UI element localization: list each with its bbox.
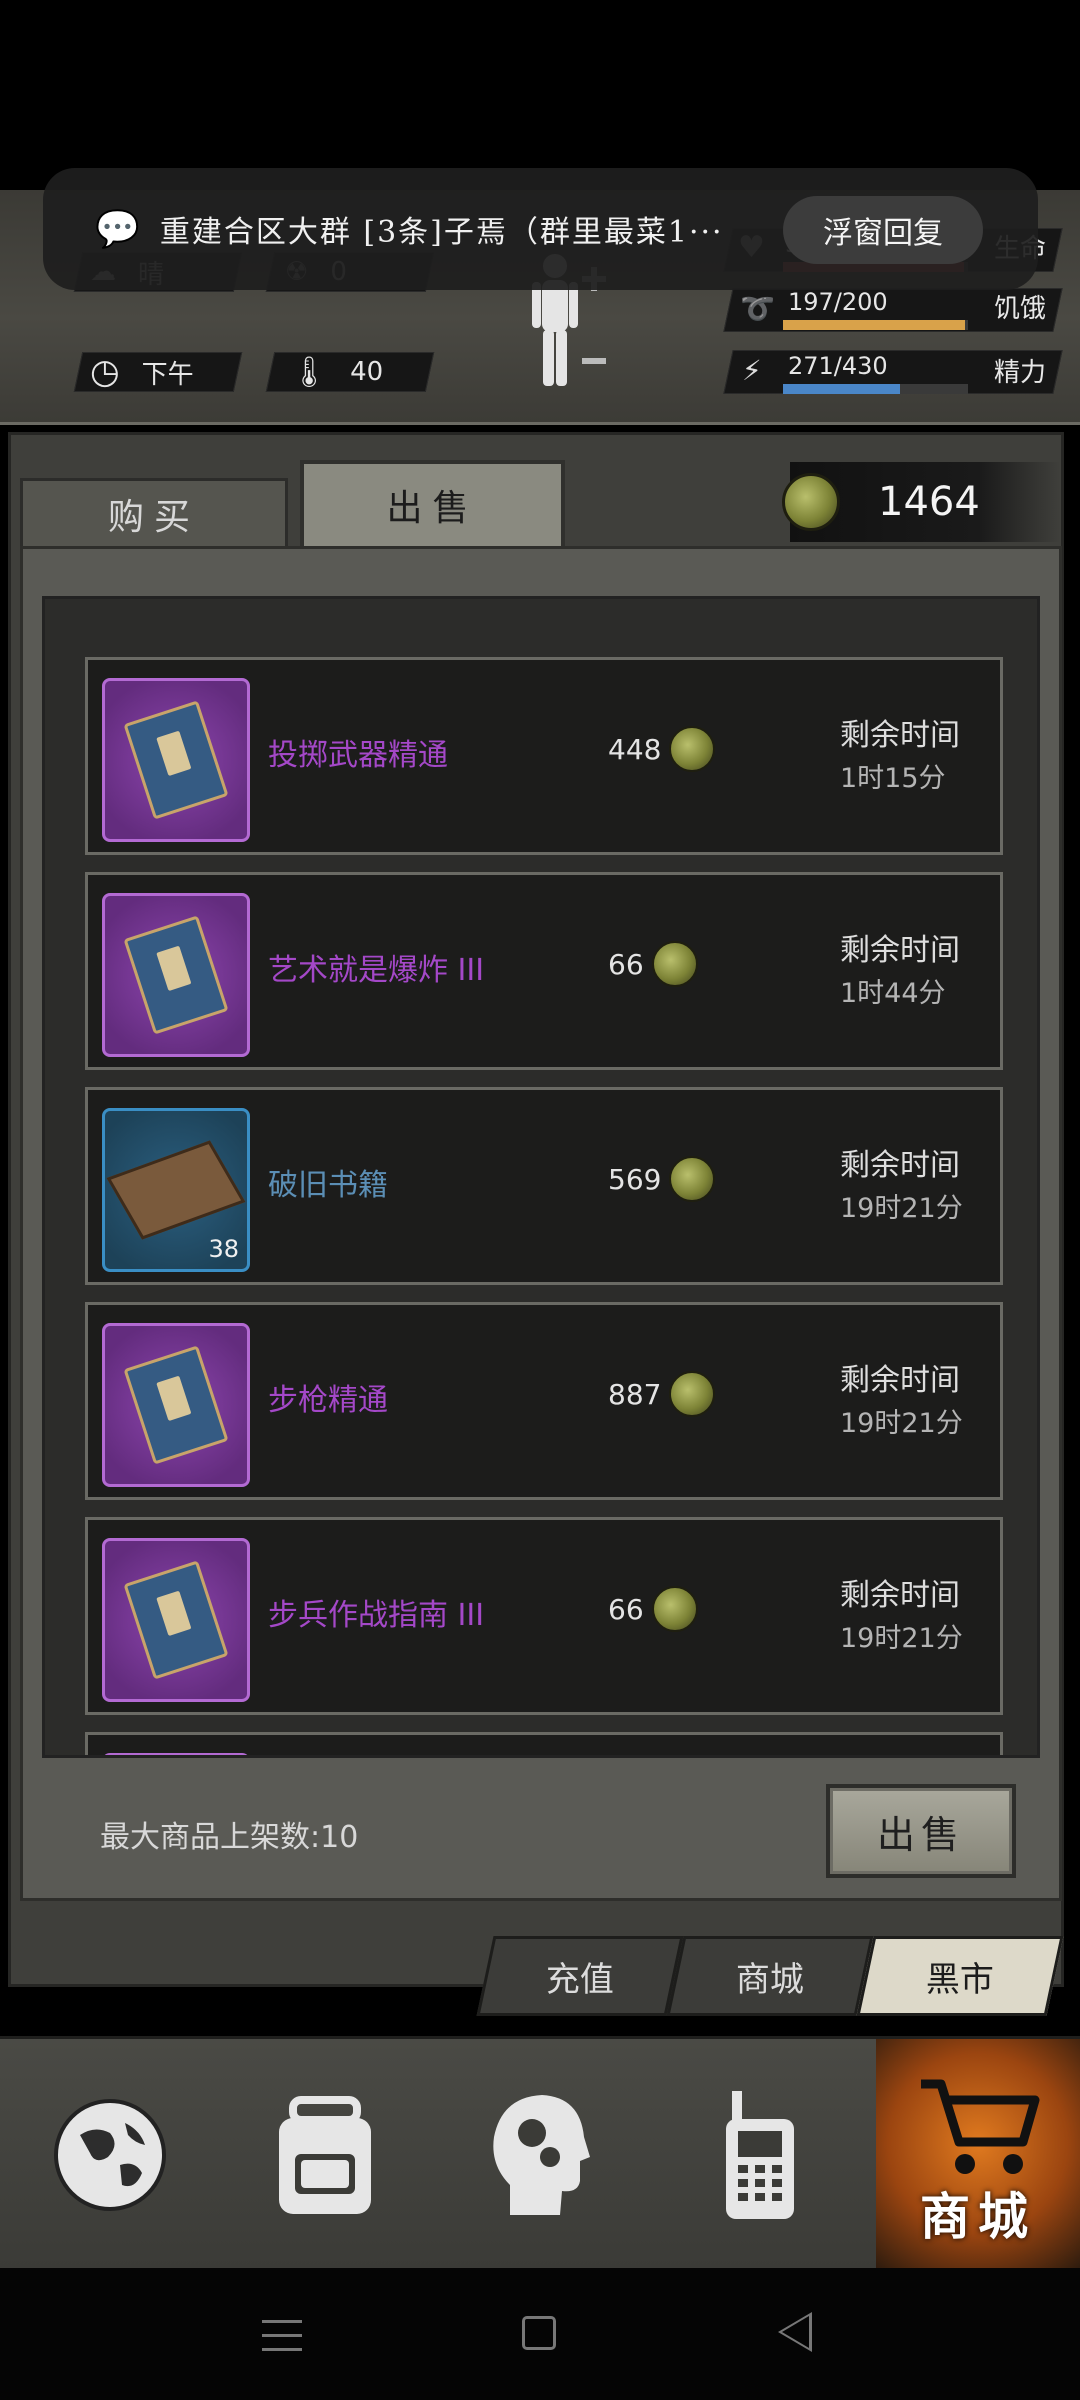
time-of-day: 下午 (141, 359, 194, 390)
time-remaining-value: 19时21分 (840, 1408, 963, 1439)
item-name: 步枪精通 (268, 1383, 388, 1418)
stomach-icon: ➰ (740, 292, 775, 325)
radio-button[interactable] (660, 2039, 860, 2271)
item-price: 448 (608, 726, 716, 772)
time-remaining-label: 剩余时间 (840, 718, 960, 753)
item-price: 887 (608, 1371, 716, 1417)
backpack-button[interactable] (225, 2039, 425, 2271)
item-price: 66 (608, 941, 698, 987)
menu-icon[interactable] (262, 2316, 302, 2352)
shop-subtabs: 充值 商城 黑市 (476, 1936, 1064, 2016)
skill-book-icon (102, 1538, 250, 1702)
max-listing-note: 最大商品上架数:10 (100, 1820, 359, 1855)
listing-row[interactable]: 38 破旧书籍 569 剩余时间 19时21分 (85, 1087, 1003, 1285)
wechat-icon: 💬 (95, 209, 140, 250)
bottle-cap-coin-icon (651, 941, 698, 987)
time-remaining-value: 19时21分 (840, 1193, 963, 1224)
bottom-nav: 商城 (0, 2036, 1080, 2271)
energy-icon: ⚡ (742, 354, 762, 387)
energy-value: 271/430 (788, 352, 888, 380)
listing-row[interactable]: 艺术就是爆炸 III 66 剩余时间 1时44分 (85, 872, 1003, 1070)
time-remaining-label: 剩余时间 (840, 1148, 960, 1183)
item-price: 66 (608, 1586, 698, 1632)
world-map-button[interactable] (10, 2039, 210, 2271)
bottle-cap-coin-icon (669, 1371, 716, 1417)
item-name: 破旧书籍 (268, 1168, 388, 1203)
listing-row[interactable] (85, 1732, 1003, 1755)
old-book-icon: 38 (102, 1108, 250, 1272)
listing-row[interactable]: 步兵作战指南 III 66 剩余时间 19时21分 (85, 1517, 1003, 1715)
bottle-cap-coin-icon (669, 1156, 716, 1202)
backpack-icon (279, 2096, 371, 2214)
energy-label: 精力 (994, 358, 1047, 388)
time-remaining-value: 1时44分 (840, 978, 946, 1009)
time-remaining-value: 19时21分 (840, 1623, 963, 1654)
head-gears-icon (493, 2095, 590, 2215)
skill-book-icon (102, 1323, 250, 1487)
sell-button[interactable]: 出售 (826, 1784, 1016, 1878)
listing-list[interactable]: 投掷武器精通 448 剩余时间 1时15分 艺术就是爆炸 III 66 剩余时间… (42, 596, 1040, 1758)
shopping-cart-icon (921, 2079, 1040, 2174)
shop-nav-button[interactable]: 商城 (876, 2039, 1080, 2271)
skill-book-icon (102, 893, 250, 1057)
tab-mall[interactable]: 商城 (666, 1936, 874, 2016)
temperature-text: 40 (350, 357, 384, 387)
time-remaining-label: 剩余时间 (840, 1578, 960, 1613)
thermometer-icon: 🌡 (290, 354, 329, 390)
time-remaining-label: 剩余时间 (840, 933, 960, 968)
bottle-cap-coin-icon (669, 726, 716, 772)
bottle-cap-coin-icon (651, 1586, 698, 1632)
energy-bar (783, 384, 968, 394)
globe-icon (54, 2099, 166, 2211)
coin-balance: 1464 (878, 479, 980, 525)
skill-book-icon (102, 1753, 250, 1755)
item-name: 艺术就是爆炸 III (268, 953, 485, 988)
tab-recharge[interactable]: 充值 (476, 1936, 684, 2016)
item-name: 投掷武器精通 (268, 738, 448, 773)
tab-black-market[interactable]: 黑市 (856, 1936, 1064, 2016)
back-icon[interactable] (778, 2312, 812, 2352)
item-quantity: 38 (208, 1235, 239, 1263)
system-navigation-bar (0, 2268, 1080, 2400)
chat-notification[interactable]: 💬 重建合区大群 [3条]子焉（群里最菜1··· 浮窗回复 (43, 168, 1038, 290)
currency-display: 1464 (782, 462, 1060, 542)
hunger-label: 饥饿 (994, 294, 1047, 324)
bottle-cap-coin-icon (782, 473, 840, 531)
listing-row[interactable]: 投掷武器精通 448 剩余时间 1时15分 (85, 657, 1003, 855)
hunger-bar (783, 320, 968, 330)
notification-text: 重建合区大群 [3条]子焉（群里最菜1··· (159, 215, 724, 250)
temperature-status: 🌡 40 (290, 352, 383, 392)
item-name: 步兵作战指南 III (268, 1598, 485, 1633)
hunger-value: 197/200 (788, 288, 888, 316)
time-status: ◷ 下午 (90, 352, 194, 392)
floating-reply-button[interactable]: 浮窗回复 (783, 196, 983, 264)
item-price: 569 (608, 1156, 716, 1202)
tab-buy[interactable]: 购买 (20, 478, 288, 546)
tab-sell[interactable]: 出售 (300, 460, 565, 546)
listing-row[interactable]: 步枪精通 887 剩余时间 19时21分 (85, 1302, 1003, 1500)
home-icon[interactable] (522, 2316, 556, 2350)
skills-button[interactable] (440, 2039, 640, 2271)
walkie-talkie-icon (726, 2091, 794, 2219)
time-remaining-label: 剩余时间 (840, 1363, 960, 1398)
clock-icon: ◷ (90, 352, 120, 392)
shop-nav-label: 商城 (920, 2188, 1036, 2246)
skill-book-icon (102, 678, 250, 842)
time-remaining-value: 1时15分 (840, 763, 946, 794)
